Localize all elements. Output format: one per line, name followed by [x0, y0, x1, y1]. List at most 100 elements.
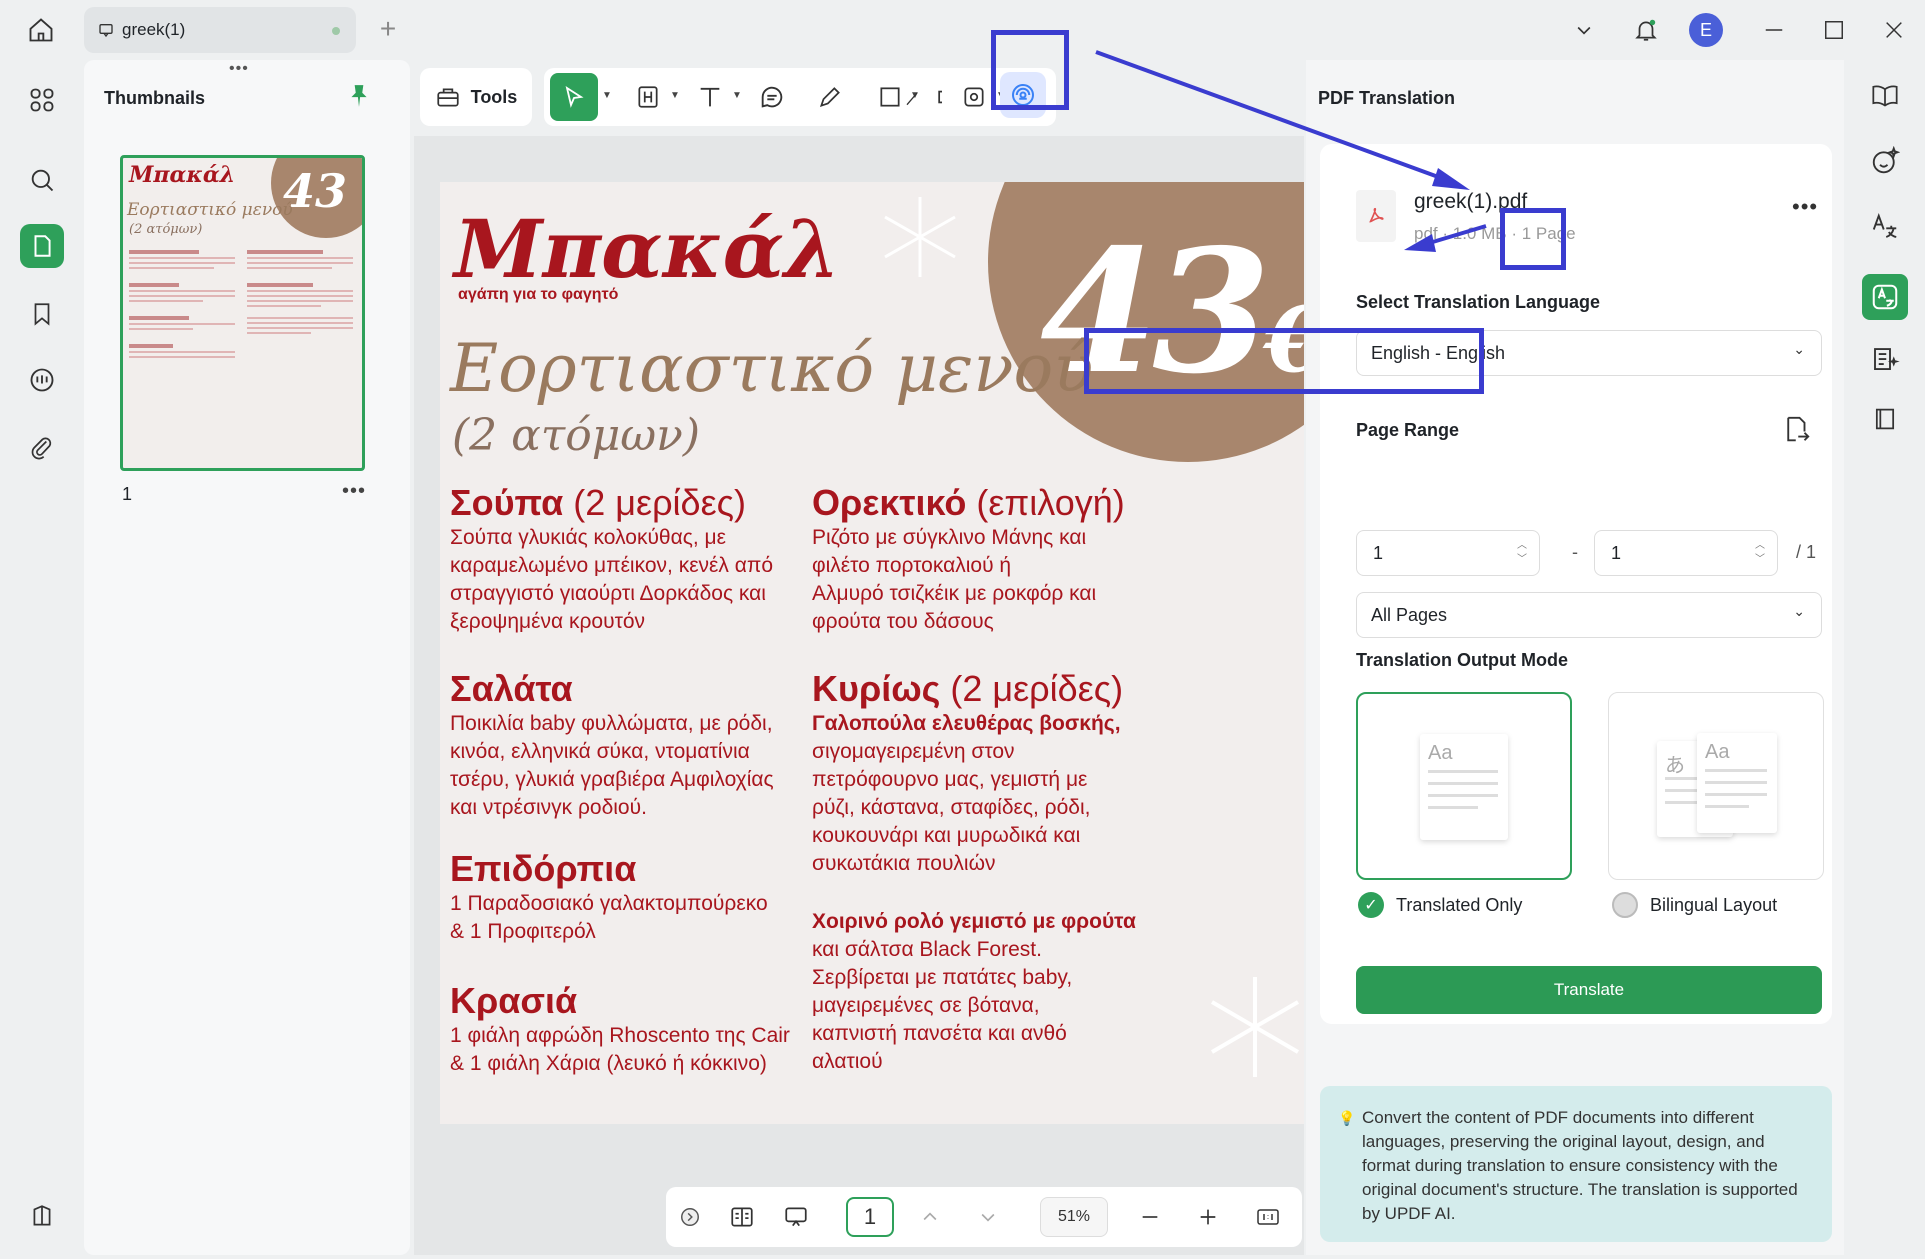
menu-section-main-alt: Χοιρινό ρολό γεμιστό με φρούτα και σάλτσα… [812, 910, 1136, 1073]
page-view-button[interactable] [1862, 396, 1908, 442]
zoom-out-button[interactable] [1132, 1197, 1168, 1237]
title-bar: greek(1) + E [0, 0, 1925, 60]
thumb-col-left [129, 242, 235, 452]
rail-thumbnails-button[interactable] [20, 224, 64, 268]
close-icon [1886, 22, 1902, 38]
range-from-stepper[interactable]: ︿ ﹀ [1517, 539, 1527, 567]
maximize-icon [1825, 21, 1843, 39]
highlight-tool-caret[interactable]: ▼ [670, 90, 680, 101]
previous-page-button[interactable] [912, 1197, 948, 1237]
current-page-input[interactable]: 1 [846, 1197, 894, 1237]
zoom-level-input[interactable]: 51% [1040, 1197, 1108, 1237]
zoom-in-button[interactable] [1190, 1197, 1226, 1237]
highlight-translation-button [1500, 208, 1566, 270]
ocr-button[interactable] [1862, 204, 1908, 250]
lightbulb-icon: 💡 [1338, 1110, 1356, 1126]
avatar: E [1689, 13, 1723, 47]
thumbnail-page-number: 1 [122, 484, 133, 504]
document-tab[interactable]: greek(1) [84, 7, 356, 53]
tab-list-button[interactable] [1566, 10, 1602, 50]
chevron-down-icon [1577, 26, 1591, 35]
bell-icon [1635, 19, 1657, 41]
tab-status-dot [332, 27, 340, 35]
minus-icon [1142, 1216, 1158, 1218]
square-icon [880, 87, 900, 107]
paperclip-icon [31, 437, 52, 460]
mode-bilingual-card[interactable]: あ Aa [1608, 692, 1824, 880]
menu-section-wines: Κρασιά 1 φιάλη αφρώδη Rhoscento της Cair… [450, 980, 790, 1075]
ai-chat-button[interactable] [1862, 138, 1908, 184]
translate-text-icon [1872, 213, 1897, 238]
thumbnail-more-button[interactable]: ••• [342, 480, 366, 503]
translate-button[interactable]: Translate [1356, 966, 1822, 1014]
collapse-bar-button[interactable] [676, 1197, 704, 1237]
text-tool-caret[interactable]: ▼ [732, 90, 742, 101]
rail-attachments-button[interactable] [20, 426, 64, 470]
stamp-tool-button[interactable] [954, 77, 994, 117]
notification-button[interactable] [1626, 10, 1666, 50]
pin-button[interactable] [346, 82, 372, 115]
maximize-button[interactable] [1816, 10, 1852, 50]
mode-translated-only-card[interactable]: Aa [1356, 692, 1572, 880]
rail-search-button[interactable] [20, 158, 64, 202]
pdf-file-icon [1356, 190, 1396, 242]
range-to-stepper[interactable]: ︿ ﹀ [1755, 539, 1765, 567]
comment-icon [99, 24, 113, 38]
page-thumbnail[interactable]: Μπακάλ 43 Εορτιαστικό μενού (2 ατόμων) [120, 155, 365, 471]
reader-mode-button[interactable] [1862, 72, 1908, 118]
document-viewport[interactable]: 43€ Μπακάλ αγάπη για το φαγητό Εορτιαστι… [414, 136, 1304, 1255]
next-page-button[interactable] [970, 1197, 1006, 1237]
page-range-swap-button[interactable] [1782, 414, 1812, 449]
tools-label: Tools [470, 86, 518, 107]
signature-tool-button[interactable] [902, 78, 922, 118]
panel-resize-handle[interactable]: ••• [229, 60, 249, 78]
chevron-down-icon [981, 1213, 995, 1222]
bilingual-doc-front-icon: Aa [1697, 733, 1777, 833]
actual-size-button[interactable] [1250, 1197, 1286, 1237]
mode-bilingual-radio[interactable]: Bilingual Layout [1612, 892, 1777, 918]
pdf-translation-button[interactable] [1862, 274, 1908, 320]
main-toolbar: Tools ▼ ▼ ▼ ▼ ▼ ▼ [414, 60, 1304, 136]
bookmark-icon [34, 303, 50, 326]
user-avatar[interactable]: E [1686, 10, 1726, 50]
thumb-col-right [247, 242, 353, 452]
menu-section-main: Κυρίως (2 μερίδες) Γαλοπούλα ελευθέρας β… [812, 668, 1124, 875]
file-more-button[interactable]: ••• [1792, 194, 1818, 220]
text-tool-button[interactable] [690, 77, 730, 117]
tools-button[interactable]: Tools [420, 68, 532, 126]
minimize-button[interactable] [1756, 10, 1792, 50]
highlight-tool-button[interactable] [628, 77, 668, 117]
grid-icon [30, 88, 54, 112]
comment-tool-button[interactable] [752, 77, 792, 117]
presentation-button[interactable] [776, 1197, 816, 1237]
panel-title: Thumbnails [104, 88, 206, 108]
pages-select[interactable]: All Pages ⌄ [1356, 592, 1822, 638]
rail-theme-button[interactable] [20, 1194, 64, 1238]
translate-icon [1872, 284, 1898, 310]
rail-organize-button[interactable] [20, 78, 64, 122]
home-button[interactable] [22, 12, 60, 48]
toolbox-icon [437, 88, 459, 107]
menu-section-appetizer: Ορεκτικό (επιλογή) Ριζότο με σύγκλινο Μά… [812, 482, 1125, 633]
new-tab-button[interactable]: + [373, 14, 403, 44]
thumbnails-panel: ••• Thumbnails Μπακάλ 43 Εορτιαστικό μεν… [84, 60, 410, 1255]
book-layout-icon [731, 1207, 753, 1227]
page-layout-button[interactable] [722, 1197, 762, 1237]
thumb-persons: (2 ατόμων) [129, 222, 203, 237]
summarize-button[interactable] [1862, 336, 1908, 382]
left-rail [0, 60, 84, 1259]
rail-bookmarks-button[interactable] [20, 292, 64, 336]
rail-comments-button[interactable] [20, 358, 64, 402]
range-total: / 1 [1796, 542, 1817, 562]
search-icon [31, 169, 54, 192]
mode-translated-only-label: Translated Only [1396, 894, 1523, 915]
range-to-input[interactable]: 1 ︿ ﹀ [1594, 530, 1778, 576]
select-tool-button[interactable] [550, 73, 598, 121]
pencil-tool-button[interactable] [810, 77, 850, 117]
range-from-input[interactable]: 1 ︿ ﹀ [1356, 530, 1540, 576]
select-tool-caret[interactable]: ▼ [602, 90, 612, 101]
page-navigation-bar: 1 51% [666, 1187, 1302, 1247]
close-button[interactable] [1876, 10, 1912, 50]
mode-translated-only-radio[interactable]: ✓ Translated Only [1358, 892, 1522, 918]
book-open-icon [1872, 85, 1898, 107]
